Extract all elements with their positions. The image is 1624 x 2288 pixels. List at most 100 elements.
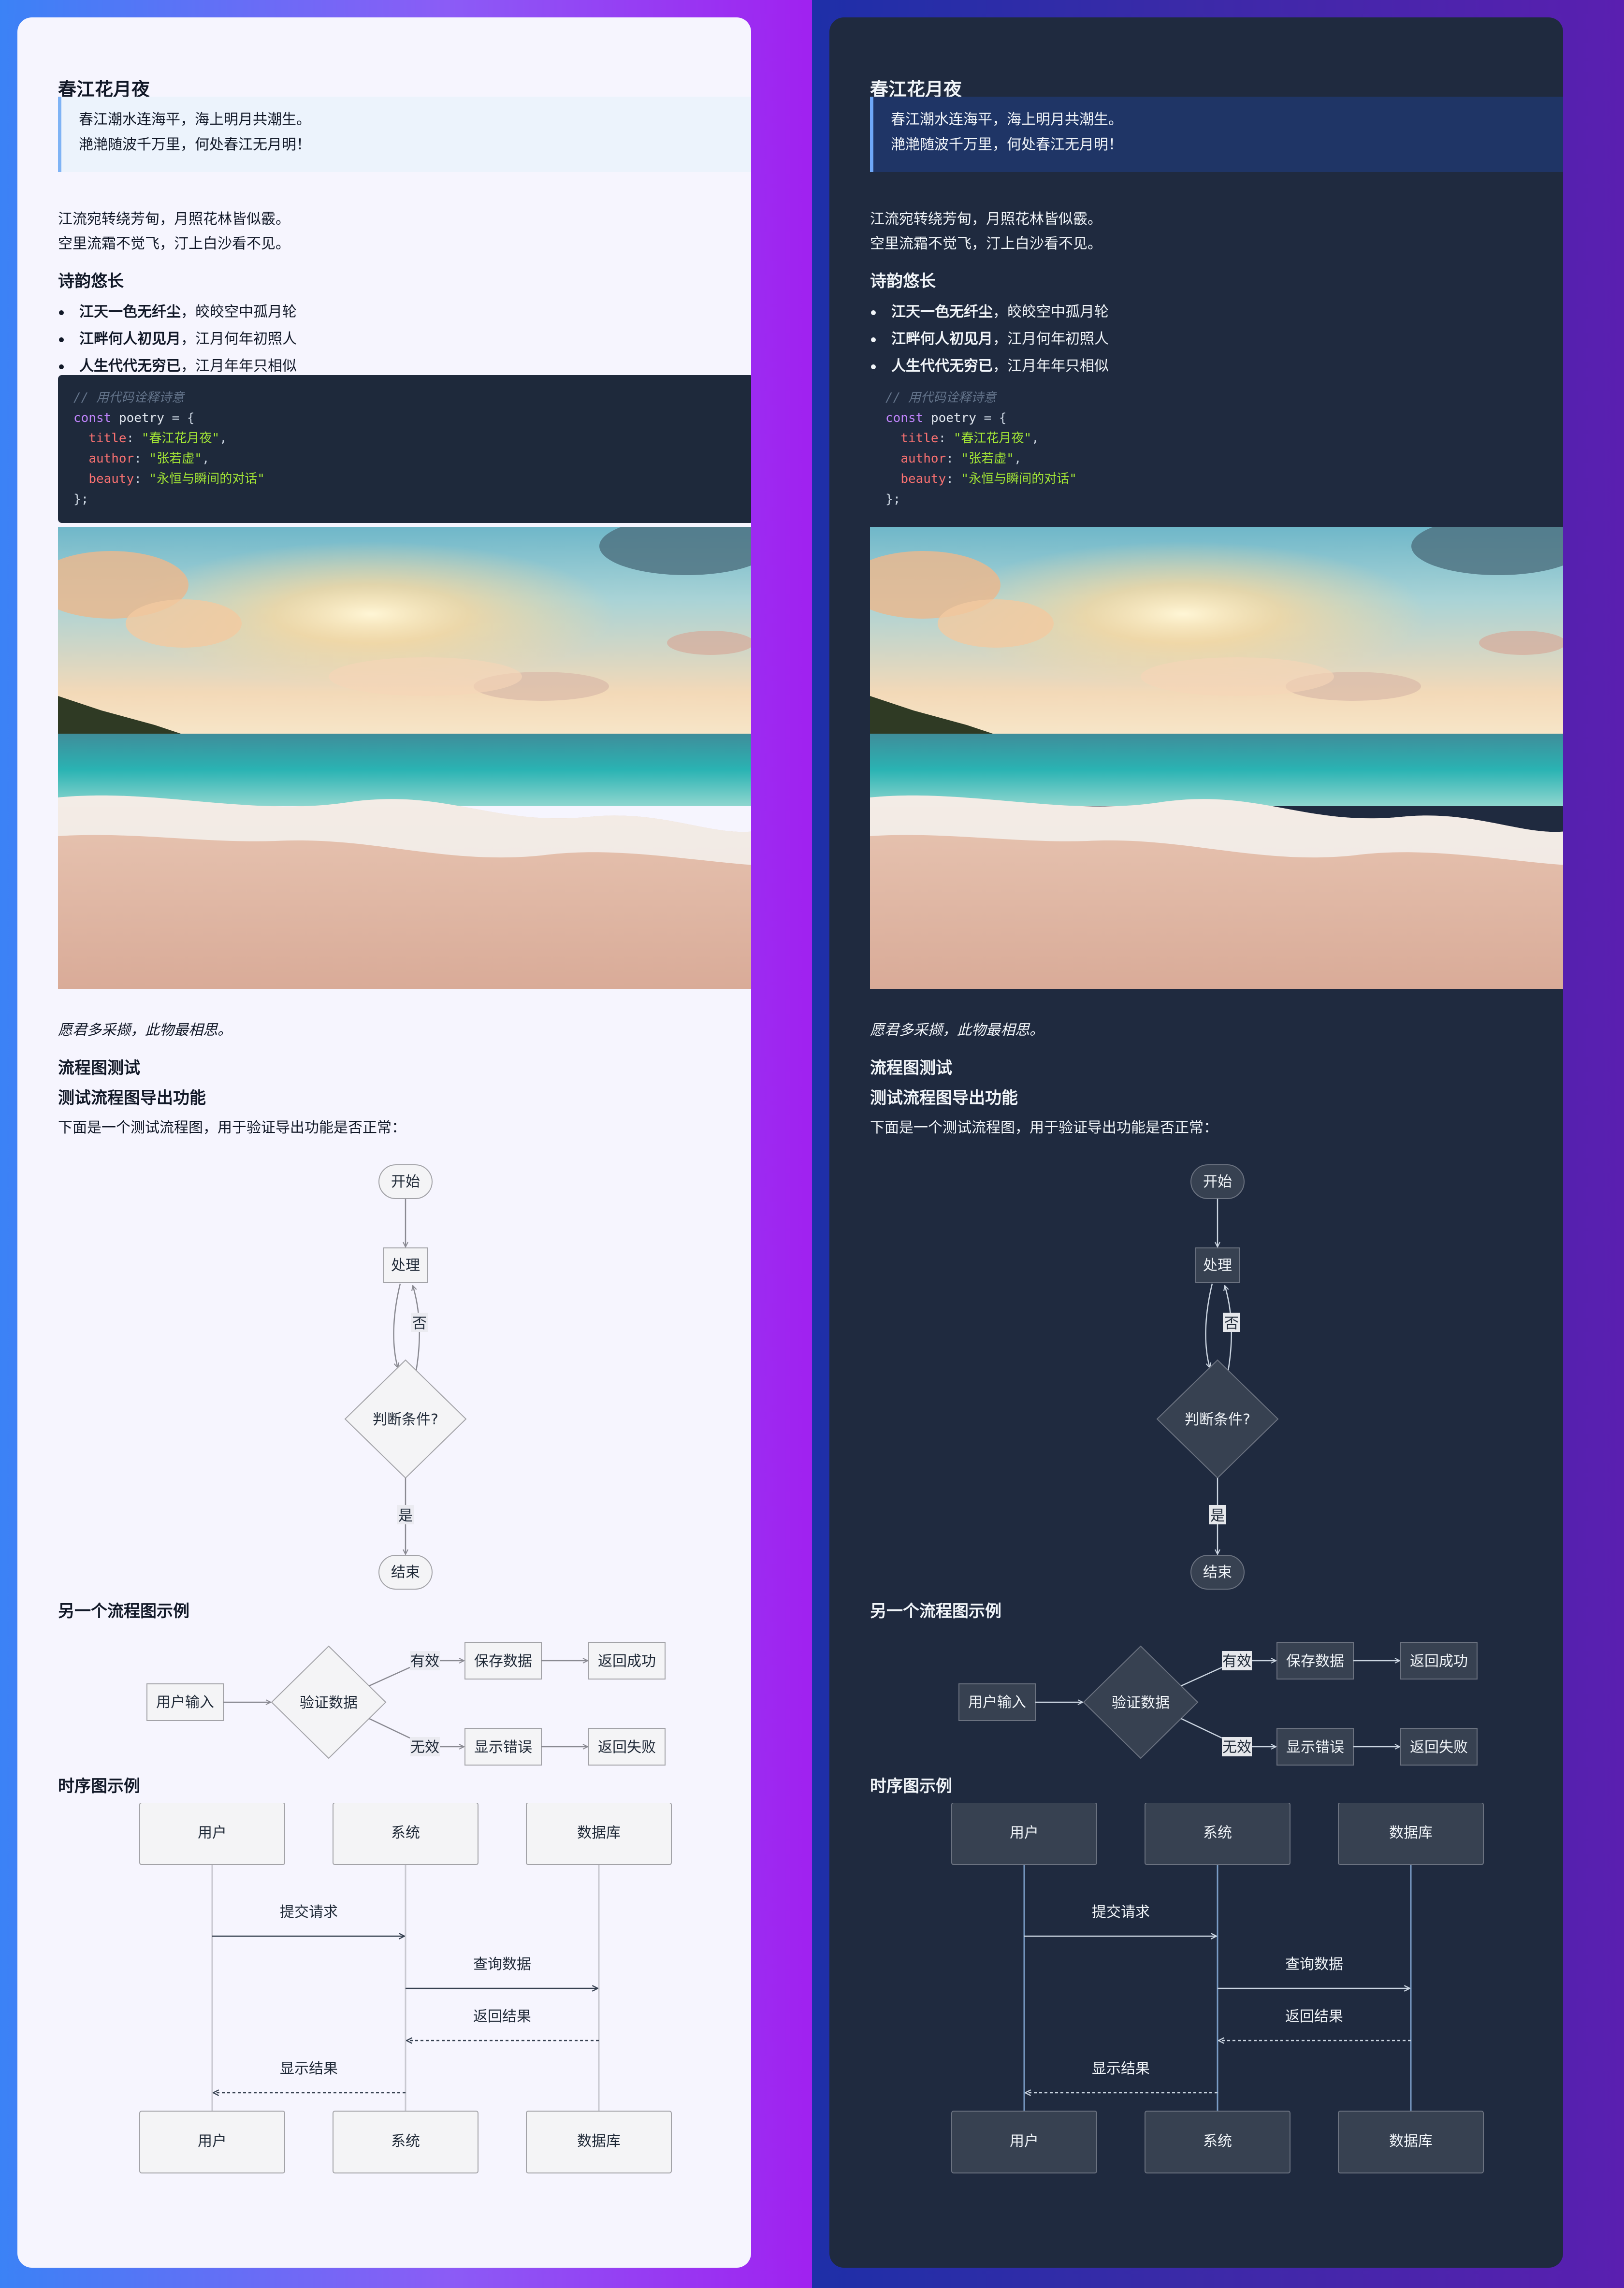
flow2-node-error-label: 显示错误 [1286,1739,1344,1756]
actor-database-label: 数据库 [577,2133,621,2150]
actor-database-label: 数据库 [1389,1825,1433,1841]
message-label: 显示结果 [1092,2060,1150,2077]
flow-intro: 下面是一个测试流程图，用于验证导出功能是否正常： [58,1119,406,1136]
flow2-node-validate-label: 验证数据 [1112,1694,1170,1711]
code-block: // 用代码诠释诗意 const poetry = { title: "春江花月夜… [58,375,751,523]
code-key: author [900,451,946,466]
list-item-text: ，江月年年只相似 [993,358,1109,375]
quote-line: 滟滟随波千万里，何处春江无月明！ [79,136,311,153]
code-keyword: const [73,411,112,425]
actor-user-label: 用户 [198,1825,227,1841]
flow-label-no: 否 [412,1315,427,1332]
bullet-list: 江天一色无纤尘，皎皎空中孤月轮 江畔何人初见月，江月何年初照人 人生代代无穷已，… [870,299,1109,380]
code-keyword: const [885,411,924,425]
flow-heading: 流程图测试 [870,1058,952,1078]
quote-line: 滟滟随波千万里，何处春江无月明！ [891,136,1123,153]
actor-system-label: 系统 [1203,1825,1232,1841]
code-comment: // 用代码诠释诗意 [73,391,184,405]
list-item-text: ，江月何年初照人 [181,331,297,348]
flow2-label-invalid: 无效 [410,1739,439,1756]
paragraph: 江流宛转绕芳甸，月照花林皆似霰。 空里流霜不觉飞，汀上白沙看不见。 [870,207,1102,256]
code-string: "永恒与瞬间的对话" [149,472,265,486]
sequence-diagram: 用户 系统 数据库 提交请求 查询数据 返回结果 显示结果 用户 系统 数据库 [139,1803,672,2173]
code-line: author: "张若虚", [88,451,210,466]
list-item: 江天一色无纤尘，皎皎空中孤月轮 [870,299,1109,326]
code-string: "春江花月夜" [141,431,220,446]
flow2-node-input-label: 用户输入 [968,1694,1026,1711]
code-key: title [88,431,127,446]
actor-user-label: 用户 [1010,1825,1039,1841]
flow2-node-save-label: 保存数据 [474,1653,532,1670]
code-comment: // 用代码诠释诗意 [885,391,996,405]
code-line: const poetry = { [885,408,1563,428]
blockquote: 春江潮水连海平，海上明月共潮生。 滟滟随波千万里，何处春江无月明！ [870,97,1563,172]
code-key: beauty [900,472,946,486]
code-key: beauty [88,472,134,486]
flow-node-end-label: 结束 [1203,1564,1232,1581]
flow2-label-invalid: 无效 [1222,1739,1251,1756]
flowchart-2: 用户输入 验证数据 有效 保存数据 返回成功 无效 显示错误 返回失败 [958,1642,1478,1766]
code-line: beauty: "永恒与瞬间的对话" [88,472,265,486]
list-item-text: ，皎皎空中孤月轮 [993,304,1109,320]
flowchart-1: 开始 处理 否 判断条件? 是 结束 [344,1164,467,1590]
flow2-node-success-label: 返回成功 [1410,1653,1468,1670]
flowchart-2: 用户输入 验证数据 有效 保存数据 返回成功 无效 显示错误 返回失败 [146,1642,666,1766]
flow2-node-save-label: 保存数据 [1286,1653,1344,1670]
flow2-heading: 另一个流程图示例 [870,1602,1001,1621]
seq-heading: 时序图示例 [58,1777,140,1796]
flow-node-decision-label: 判断条件? [1185,1411,1250,1428]
flow-node-start-label: 开始 [391,1173,420,1190]
preview-card-light: 春江花月夜 春江潮水连海平，海上明月共潮生。 滟滟随波千万里，何处春江无月明！ … [17,17,751,2268]
sequence-diagram: 用户 系统 数据库 提交请求 查询数据 返回结果 显示结果 用户 系统 数据库 [951,1803,1484,2173]
image-caption: 愿君多采撷，此物最相思。 [870,1022,1044,1039]
beach-photo [58,527,751,989]
actor-system-label: 系统 [391,2133,420,2150]
image-caption: 愿君多采撷，此物最相思。 [58,1022,232,1039]
code-line: title: "春江花月夜", [88,431,227,446]
actor-user-label: 用户 [1010,2133,1039,2150]
code-line: title: "春江花月夜", [900,431,1039,446]
flow-label-yes: 是 [398,1507,413,1524]
message-label: 查询数据 [1285,1956,1343,1973]
code-line: author: "张若虚", [900,451,1022,466]
paragraph-line: 空里流霜不觉飞，汀上白沙看不见。 [58,235,290,252]
code-key: title [900,431,939,446]
flow-node-decision-label: 判断条件? [373,1411,438,1428]
message-label: 显示结果 [280,2060,338,2077]
list-item: 江畔何人初见月，江月何年初照人 [58,326,297,353]
list-item-bold: 江畔何人初见月 [891,331,993,348]
list-item-bold: 江天一色无纤尘 [79,304,181,320]
code-string: "春江花月夜" [953,431,1032,446]
actor-database-label: 数据库 [577,1825,621,1841]
paragraph-line: 空里流霜不觉飞，汀上白沙看不见。 [870,235,1102,252]
code-punct: = { [976,411,1007,425]
code-string: "张若虚" [149,451,202,466]
code-var: poetry [930,411,976,425]
code-line: const poetry = { [73,408,751,428]
section-heading: 诗韵悠长 [870,272,936,291]
quote-line: 春江潮水连海平，海上明月共潮生。 [79,111,311,128]
list-item-bold: 江畔何人初见月 [79,331,181,348]
beach-photo [870,527,1563,989]
code-key: author [88,451,134,466]
code-var: poetry [118,411,164,425]
code-punct: = { [164,411,195,425]
list-item-text: ，皎皎空中孤月轮 [181,304,297,320]
actor-database-label: 数据库 [1389,2133,1433,2150]
code-string: "永恒与瞬间的对话" [961,472,1077,486]
list-item-bold: 人生代代无穷已 [891,358,993,375]
message-label: 返回结果 [1285,2008,1343,2025]
paragraph-line: 江流宛转绕芳甸，月照花林皆似霰。 [58,211,290,228]
paragraph-line: 江流宛转绕芳甸，月照花林皆似霰。 [870,211,1102,228]
flow2-node-error-label: 显示错误 [474,1739,532,1756]
message-label: 返回结果 [473,2008,531,2025]
flow2-label-valid: 有效 [410,1653,439,1670]
section-heading: 诗韵悠长 [58,272,124,291]
flow-node-process-label: 处理 [1203,1257,1232,1274]
paragraph: 江流宛转绕芳甸，月照花林皆似霰。 空里流霜不觉飞，汀上白沙看不见。 [58,207,290,256]
seq-heading: 时序图示例 [870,1777,952,1796]
flow-subheading: 测试流程图导出功能 [870,1088,1018,1108]
list-item-text: ，江月年年只相似 [181,358,297,375]
list-item: 江畔何人初见月，江月何年初照人 [870,326,1109,353]
flow-node-process-label: 处理 [391,1257,420,1274]
